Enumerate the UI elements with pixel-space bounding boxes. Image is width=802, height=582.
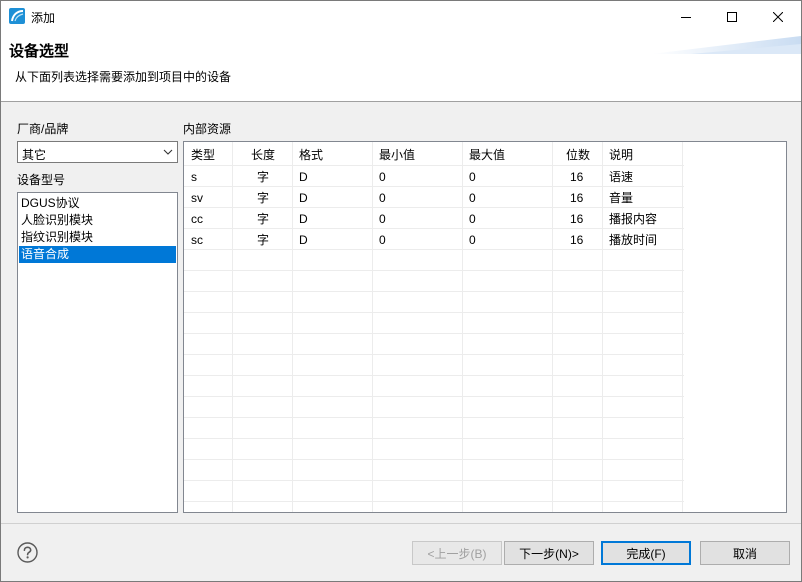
vendor-select[interactable]: 其它 <box>17 141 178 163</box>
resources-table[interactable]: 类型 长度 格式 最小值 最大值 位数 说明 s 字 D 0 0 16 语速 s… <box>183 141 787 513</box>
column-header-desc[interactable]: 说明 <box>609 147 633 163</box>
table-cell: 字 <box>257 170 270 184</box>
back-button[interactable]: <上一步(B) <box>412 541 502 565</box>
title-bar[interactable]: 添加 <box>1 1 801 32</box>
table-cell: D <box>299 191 308 205</box>
column-header-format[interactable]: 格式 <box>299 147 323 163</box>
minimize-button[interactable] <box>663 1 709 32</box>
page-title: 设备选型 <box>9 43 70 60</box>
model-label: 设备型号 <box>17 173 66 187</box>
column-header-length[interactable]: 长度 <box>251 147 275 163</box>
table-cell: D <box>299 212 308 226</box>
table-cell: 播放时间 <box>609 233 658 247</box>
table-cell: s <box>191 170 197 184</box>
page-description: 从下面列表选择需要添加到项目中的设备 <box>15 70 232 84</box>
table-cell: 音量 <box>609 191 634 205</box>
table-cell: 16 <box>570 212 584 226</box>
window-title: 添加 <box>31 11 56 25</box>
table-cell: cc <box>191 212 203 226</box>
finish-button[interactable]: 完成(F) <box>601 541 691 565</box>
wizard-banner: 设备选型 从下面列表选择需要添加到项目中的设备 <box>1 32 801 102</box>
help-icon[interactable] <box>17 542 38 563</box>
table-cell: 字 <box>257 212 270 226</box>
vendor-label: 厂商/品牌 <box>17 122 69 136</box>
chevron-down-icon[interactable] <box>163 148 173 156</box>
table-cell: 播报内容 <box>609 212 658 226</box>
column-header-type[interactable]: 类型 <box>191 147 215 163</box>
minimize-icon <box>681 16 691 18</box>
column-header-min[interactable]: 最小值 <box>379 147 415 163</box>
banner-decoration <box>651 36 801 54</box>
table-cell: 0 <box>379 170 386 184</box>
maximize-button[interactable] <box>709 1 755 32</box>
next-button[interactable]: 下一步(N)> <box>504 541 594 565</box>
app-logo-icon <box>9 8 25 24</box>
table-cell: 16 <box>570 233 584 247</box>
table-cell: 0 <box>469 170 476 184</box>
table-cell: 字 <box>257 233 270 247</box>
resources-label: 内部资源 <box>183 122 232 136</box>
model-list[interactable]: DGUS协议 人脸识别模块 指纹识别模块 语音合成 <box>17 192 178 513</box>
table-cell: 0 <box>469 212 476 226</box>
column-header-bits[interactable]: 位数 <box>566 147 590 163</box>
column-header-max[interactable]: 最大值 <box>469 147 505 163</box>
table-cell: sc <box>191 233 203 247</box>
list-item[interactable]: 人脸识别模块 <box>19 212 176 229</box>
cancel-button[interactable]: 取消 <box>700 541 790 565</box>
table-cell: D <box>299 233 308 247</box>
close-button[interactable] <box>755 1 801 32</box>
list-item[interactable]: 指纹识别模块 <box>19 229 176 246</box>
table-cell: D <box>299 170 308 184</box>
footer-divider <box>1 523 801 524</box>
vendor-select-value: 其它 <box>22 148 47 162</box>
table-cell: 0 <box>469 233 476 247</box>
close-icon <box>773 11 783 22</box>
dialog-window: 添加 设备选型 从下面列表选择需要添加到项目中的设备 厂商/品牌 其它 设备型号… <box>0 0 802 582</box>
table-cell: 字 <box>257 191 270 205</box>
table-cell: 语速 <box>609 170 634 184</box>
list-item[interactable]: DGUS协议 <box>19 195 176 212</box>
table-cell: 16 <box>570 191 584 205</box>
table-cell: 16 <box>570 170 584 184</box>
table-cell: 0 <box>379 233 386 247</box>
table-cell: 0 <box>469 191 476 205</box>
table-cell: 0 <box>379 212 386 226</box>
table-cell: sv <box>191 191 203 205</box>
list-item-selected[interactable]: 语音合成 <box>19 246 176 263</box>
table-cell: 0 <box>379 191 386 205</box>
maximize-icon <box>727 11 737 22</box>
